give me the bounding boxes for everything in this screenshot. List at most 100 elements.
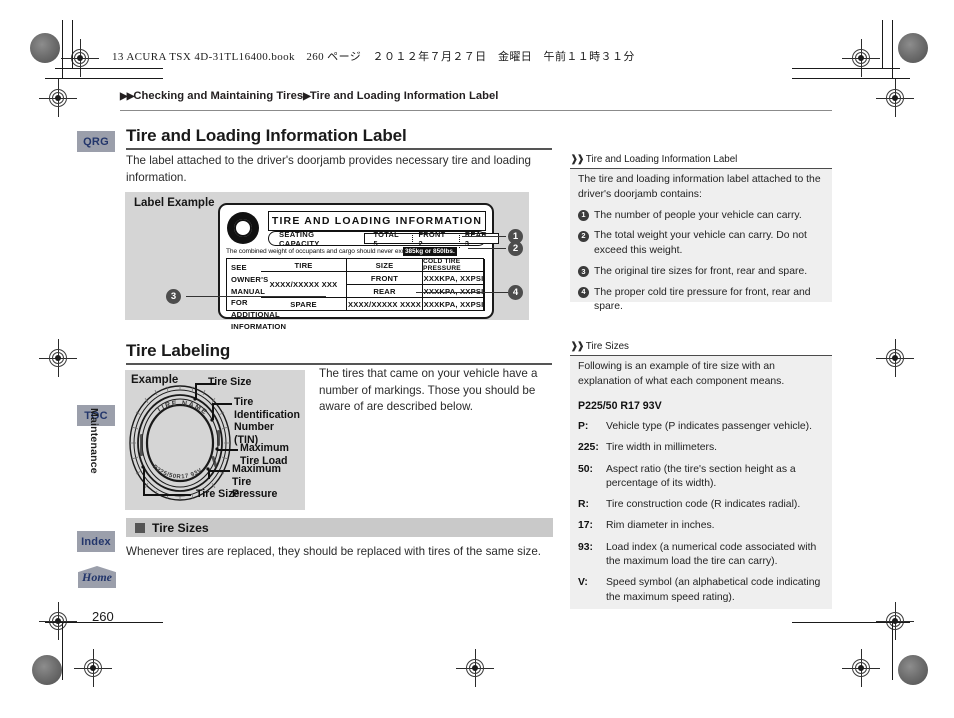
registration-blob-bottom-right <box>898 655 928 685</box>
size-component-7-value: Speed symbol (an alphabetical code indic… <box>606 577 821 603</box>
sidebar-chevron-icon-2: ❱❱ <box>570 341 585 352</box>
callout-4: 4 <box>508 285 523 300</box>
cropmark-tr-h2 <box>792 68 900 69</box>
td-rear-tire: REAR <box>347 285 423 298</box>
sidebar-bullet-text-2: The total weight your vehicle can carry.… <box>594 230 807 257</box>
td-front-pressure: XXXKPA, XXPSI <box>423 272 485 285</box>
registration-blob-bottom-left <box>32 655 62 685</box>
cropmark-br-v <box>892 622 893 680</box>
regmark-bottom-right-2 <box>842 649 880 687</box>
size-component-5-key: 17: <box>578 520 594 532</box>
regmark-right-center <box>876 339 914 377</box>
size-component-2-key: 225: <box>578 442 599 454</box>
size-component-7: V: Speed symbol (an alphabetical code in… <box>578 576 826 605</box>
size-component-6-value: Load index (a numerical code associated … <box>606 541 817 568</box>
breadcrumb: ▶▶Checking and Maintaining Tires▶Tire an… <box>120 90 498 102</box>
regmark-bottom-left <box>39 602 77 640</box>
home-button-label: Home <box>82 569 112 584</box>
td-spare-pressure: XXXKPA, XXPSI <box>423 298 485 311</box>
tire-sizes-subheading-bar: Tire Sizes <box>126 518 553 537</box>
sidebar-panel-1-content: The tire and loading information label a… <box>578 173 826 315</box>
seat-front: FRONT 2 <box>412 229 452 248</box>
size-component-4-value: Tire construction code (R indicates radi… <box>606 499 801 511</box>
sidebar-bullet-num-1: 1 <box>578 210 589 222</box>
sidebar-heading-2: ❱❱ Tire Sizes <box>570 341 629 352</box>
label-data-table: TIRE SIZE COLD TIRE PRESSURE SEE OWNER'S… <box>226 258 485 331</box>
tire-label-size-top: Tire Size <box>208 376 252 388</box>
sidebar-panel-2-content: Following is an example of tire size wit… <box>578 360 826 606</box>
breadcrumb-item-2[interactable]: Tire and Loading Information Label <box>310 90 499 102</box>
th-tire: TIRE <box>261 259 347 272</box>
regmark-mid-left <box>39 79 77 117</box>
size-component-6-key: 93: <box>578 541 594 553</box>
sidebar-bullet-text-3: The original tire sizes for front, rear … <box>594 265 808 277</box>
page-title-rule <box>126 148 552 150</box>
sidebar-bullet-4: 4 The proper cold tire pressure for fron… <box>578 286 826 316</box>
sidewall-bottom-text: P225/50R17 93V <box>151 464 203 480</box>
tire-sizes-subheading: Tire Sizes <box>152 520 209 535</box>
cropmark-tr-v <box>892 20 893 78</box>
sidebar-bullet-text-4: The proper cold tire pressure for front,… <box>594 286 811 313</box>
sidebar-heading-1: ❱❱ Tire and Loading Information Label <box>570 154 737 165</box>
tire-loading-label-art: TIRE AND LOADING INFORMATION SEATING CAP… <box>218 203 499 331</box>
tire-leader-maxload <box>217 449 238 451</box>
leader-2 <box>468 248 506 250</box>
breadcrumb-arrow-icon: ▶▶ <box>120 91 134 102</box>
size-component-2: 225: Tire width in millimeters. <box>578 441 826 456</box>
home-button[interactable]: Home <box>78 566 116 588</box>
intro-paragraph: The label attached to the driver's doorj… <box>126 154 532 184</box>
tire-label-tin-text: Tire Identification Number (TIN) <box>234 396 300 447</box>
sidebar-panel-2-intro: Following is an example of tire size wit… <box>578 361 785 387</box>
section-tab-maintenance: Maintenance <box>88 408 100 474</box>
callout-2: 2 <box>508 241 523 256</box>
sidebar-heading-2-text: Tire Sizes <box>585 341 629 352</box>
size-component-3: 50: Aspect ratio (the tire's section hei… <box>578 463 826 492</box>
registration-blob-top-left <box>30 33 60 63</box>
regmark-left-center <box>39 339 77 377</box>
cropmark-bl-v <box>62 622 63 680</box>
tire-wheel-icon <box>227 212 259 244</box>
sidebar-bullet-num-2: 2 <box>578 230 589 242</box>
sidebar-bullet-3: 3 The original tire sizes for front, rea… <box>578 265 826 280</box>
cropmark-tr-v2 <box>882 20 883 68</box>
cropmark-tr-h <box>792 78 910 79</box>
leader-1 <box>462 236 506 238</box>
breadcrumb-separator-icon: ▶ <box>303 91 311 102</box>
qrg-button[interactable]: QRG <box>77 131 115 152</box>
print-header-line: 13 ACURA TSX 4D-31TL16400.book 260 ページ ２… <box>112 51 635 63</box>
tire-label-max-pressure: Maximum Tire Pressure <box>232 463 296 501</box>
breadcrumb-item-1[interactable]: Checking and Maintaining Tires <box>133 90 303 102</box>
index-button[interactable]: Index <box>77 531 115 552</box>
sidebar-chevron-icon-1: ❱❱ <box>570 154 585 165</box>
manual-page: 13 ACURA TSX 4D-31TL16400.book 260 ページ ２… <box>0 0 954 718</box>
seating-capacity-label: SEATING CAPACITY <box>279 229 320 248</box>
tire-leader-tin <box>212 403 214 420</box>
size-component-5: 17: Rim diameter in inches. <box>578 519 826 534</box>
registration-blob-top-right <box>898 33 928 63</box>
size-component-4-key: R: <box>578 499 589 511</box>
svg-text:P225/50R17 93V: P225/50R17 93V <box>151 464 203 480</box>
label-title-text: TIRE AND LOADING INFORMATION <box>271 215 483 227</box>
td-front-tire: FRONT <box>347 272 423 285</box>
leader-4 <box>416 292 508 294</box>
sidebar-bullet-2: 2 The total weight your vehicle can carr… <box>578 229 826 259</box>
sidebar-heading-1-text: Tire and Loading Information Label <box>585 154 738 165</box>
owner-manual-note: SEE OWNER'S MANUAL FOR ADDITIONAL INFORM… <box>227 259 286 331</box>
td-spare-tire: SPARE <box>261 298 347 311</box>
size-component-1-key: P: <box>578 421 589 433</box>
header-divider <box>120 110 832 111</box>
sidebar-bullet-1: 1 The number of people your vehicle can … <box>578 209 826 224</box>
sidebar-bullet-text-1: The number of people your vehicle can ca… <box>594 209 802 221</box>
size-component-3-key: 50: <box>578 463 594 475</box>
bullet-square-icon <box>135 522 145 533</box>
page-number: 260 <box>92 609 114 624</box>
max-weight-value: 385kg or 850lbs. <box>403 246 457 256</box>
tire-labeling-heading: Tire Labeling <box>126 341 231 360</box>
td-front-size: XXXX/XXXXX XXX <box>261 272 347 298</box>
page-title: Tire and Loading Information Label <box>126 126 407 145</box>
size-component-5-value: Rim diameter in inches. <box>606 520 715 532</box>
tire-leader-tin-h <box>212 403 232 405</box>
seat-total: TOTAL 5 <box>373 229 399 248</box>
th-size: SIZE <box>347 259 423 272</box>
callout-3: 3 <box>166 289 181 304</box>
